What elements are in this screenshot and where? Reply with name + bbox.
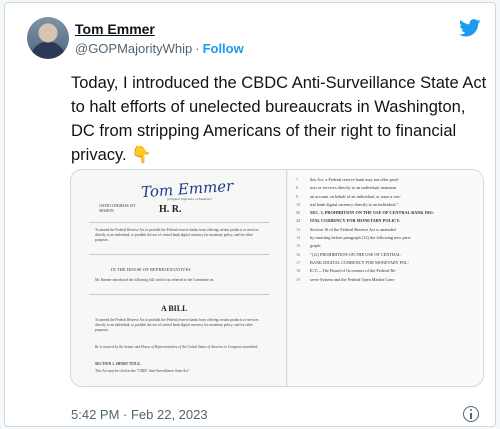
handle-row: @GOPMajorityWhip · Follow	[75, 41, 244, 56]
divider	[89, 222, 269, 223]
bill-line: 18 ICY.—The Board of Governors of the Fed…	[296, 268, 397, 274]
bill-line: 19 serve System and the Federal Open Mark…	[296, 276, 396, 282]
info-icon[interactable]	[463, 406, 479, 422]
separator-dot: ·	[195, 41, 200, 56]
divider	[89, 254, 269, 255]
author-name[interactable]: Tom Emmer	[75, 21, 155, 37]
bill-page-left: Tom Emmer (Original Signature of Member)…	[71, 170, 287, 386]
avatar[interactable]	[27, 17, 69, 59]
introduced-line: Mr. Emmer introduced the following bill;…	[95, 278, 214, 282]
tweet-text: Today, I introduced the CBDC Anti-Survei…	[71, 74, 487, 164]
tweet-timestamp[interactable]: 5:42 PM · Feb 22, 2023	[71, 407, 208, 422]
bill-line: 17 BANK DIGITAL CURRENCY FOR MONETARY POL…	[296, 259, 410, 265]
bill-line: 11 SEC. 3. PROHIBITION ON THE USE OF CENT…	[296, 210, 435, 216]
section-1-heading: SECTION 1. SHORT TITLE.	[95, 362, 141, 366]
bill-line: 10 tral bank digital currency directly to…	[296, 201, 400, 207]
short-title: This Act may be cited as the "CBDC Anti-…	[95, 369, 191, 373]
follow-button[interactable]: Follow	[203, 41, 244, 56]
author-handle[interactable]: @GOPMajorityWhip	[75, 41, 192, 56]
bill-line: 9 an account on behalf of an individual, …	[296, 193, 401, 199]
divider	[89, 294, 269, 295]
bill-line: 14 by inserting before paragraph (12) the…	[296, 235, 412, 241]
bill-line: 7 this Act, a Federal reserve bank may no…	[296, 177, 399, 182]
signature-caption: (Original Signature of Member)	[167, 197, 212, 201]
bill-line: 13 Section 16 of the Federal Reserve Act …	[296, 226, 396, 232]
bill-line: 16 "(12) PROHIBITION ON THE USE OF CENTRA…	[296, 251, 401, 257]
a-bill-heading: A BILL	[161, 304, 188, 313]
bill-page-right-text: 7 this Act, a Federal reserve bank may no…	[296, 176, 480, 284]
enacting-clause: Be it enacted by the Senate and House of…	[95, 345, 259, 349]
bill-purpose: To amend the Federal Reserve Act to proh…	[95, 228, 259, 242]
congress-session: 118TH CONGRESS 1ST SESSION	[99, 204, 136, 213]
bill-number: H. R.	[159, 204, 182, 215]
bill-page-right: 7 this Act, a Federal reserve bank may no…	[288, 170, 483, 386]
bill-line: 15 graph:	[296, 243, 321, 249]
bill-image[interactable]: Tom Emmer (Original Signature of Member)…	[70, 169, 484, 387]
twitter-bird-icon[interactable]	[459, 19, 481, 37]
tweet-card: Tom Emmer @GOPMajorityWhip · Follow Today,…	[4, 2, 496, 427]
house-heading: IN THE HOUSE OF REPRESENTATIVES	[111, 267, 191, 272]
bill-line: 8 ucts or services directly to an individ…	[296, 185, 396, 191]
bill-text: To amend the Federal Reserve Act to proh…	[95, 318, 259, 332]
bill-line: 12 ITAL CURRENCY FOR MONETARY POLICY.	[296, 218, 401, 224]
